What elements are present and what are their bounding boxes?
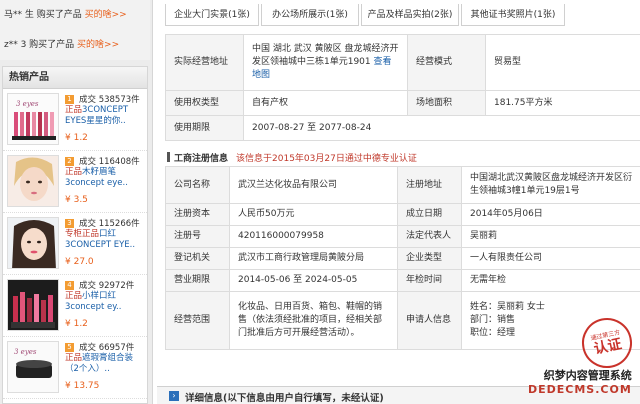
product-title[interactable]: 正品3CONCEPT EYES星星的你.. (65, 105, 145, 127)
product-item[interactable]: 3 eyes 1 成交 538573件 正品3CONCEPT EYES星星的你.… (3, 89, 147, 151)
legal-rep-label: 法定代表人 (397, 225, 462, 248)
registration-heading: 工商注册信息 该信息于2015年03月27日通过中德专业认证 (167, 151, 417, 164)
product-price: ¥ 1.2 (65, 133, 88, 143)
product-tag: 专柜正品 (65, 229, 100, 239)
heading-marker (167, 152, 170, 162)
product-title[interactable]: 正品遮瑕膏组合装（2个入）.. (65, 353, 145, 375)
business-info-table: 实际经营地址 中国 湖北 武汉 黄陂区 盘龙城经济开发区领袖城中三栋1单元190… (165, 34, 640, 141)
sales-count: 成交 115266件 (79, 219, 140, 229)
sales-count: 成交 538573件 (79, 95, 140, 105)
rank-badge: 3 (65, 219, 74, 228)
product-price: ¥ 3.5 (65, 195, 88, 205)
product-price: ¥ 13.75 (65, 381, 100, 391)
what-bought-link[interactable]: 买的啥>> (85, 10, 127, 20)
product-thumbnail[interactable]: 3 eyes (7, 93, 59, 145)
legal-rep-value: 吴丽莉 (461, 225, 640, 248)
product-tag: 正品 (65, 167, 83, 177)
right-type-label: 使用权类型 (165, 90, 244, 116)
watermark-line1: 织梦内容管理系统 (543, 369, 632, 382)
what-bought-link[interactable]: 买的啥>> (77, 40, 119, 50)
tab-product-photo[interactable]: 产品及样品实拍(2张) (361, 4, 459, 26)
product-thumbnail[interactable] (7, 279, 59, 331)
company-name-label: 公司名称 (165, 166, 230, 204)
term-value: 2014-05-06 至 2024-05-05 (229, 269, 398, 292)
reg-address-value: 中国湖北武汉黄陂区盘龙城经济开发区衍生领袖城3幢1单元19层1号 (461, 166, 640, 204)
authority-label: 登记机关 (165, 247, 230, 270)
company-type-label: 企业类型 (397, 247, 462, 270)
company-type-value: 一人有限责任公司 (461, 247, 640, 270)
svg-text:3 eyes: 3 eyes (16, 100, 39, 108)
product-title[interactable]: 专柜正品口红3CONCEPT EYE.. (65, 229, 145, 251)
rank-badge: 5 (65, 343, 74, 352)
purchase-record: 马** 生 购买了产品 买的啥>> (0, 0, 150, 30)
product-price: ¥ 1.2 (65, 319, 88, 329)
tab-office-photo[interactable]: 办公场所展示(1张) (261, 4, 359, 26)
area-value: 181.75平方米 (485, 90, 640, 116)
mode-label: 经营模式 (407, 34, 486, 91)
product-price: ¥ 27.0 (65, 257, 94, 267)
product-thumbnail[interactable]: 3 eyes (7, 341, 59, 393)
product-item[interactable]: 3 eyes 5 成交 66957件 正品遮瑕膏组合装（2个入）.. ¥ 13.… (3, 337, 147, 399)
watermark-line2: DEDECMS.COM (528, 383, 632, 396)
purchase-text: 马** 生 购买了产品 (4, 10, 85, 20)
applicant-name: 姓名：吴丽莉 女士 (470, 302, 545, 312)
applicant-label: 申请人信息 (397, 291, 462, 350)
company-info-panel: 企业大门实景(1张) 办公场所展示(1张) 产品及样品实拍(2张) 其他证书奖照… (152, 0, 640, 404)
product-tag: 正品 (65, 291, 83, 301)
registration-table: 公司名称 武汉兰达化妆品有限公司 注册地址 中国湖北武汉黄陂区盘龙城经济开发区衍… (165, 166, 640, 350)
period-label: 使用期限 (165, 115, 244, 141)
sales-count: 成交 116408件 (79, 157, 140, 167)
sales-count: 成交 66957件 (79, 343, 135, 353)
address-cell: 中国 湖北 武汉 黄陂区 盘龙城经济开发区领袖城中三栋1单元1901 查看地图 (243, 34, 408, 91)
photo-tabs: 企业大门实景(1张) 办公场所展示(1张) 产品及样品实拍(2张) 其他证书奖照… (153, 0, 640, 30)
chevron-right-icon: › (169, 391, 179, 401)
period-value: 2007-08-27 至 2077-08-24 (243, 115, 640, 141)
reg-number-label: 注册号 (165, 225, 230, 248)
reg-address-label: 注册地址 (397, 166, 462, 204)
registration-title: 工商注册信息 (174, 154, 229, 164)
product-item[interactable]: 3 成交 115266件 专柜正品口红3CONCEPT EYE.. ¥ 27.0 (3, 213, 147, 275)
rank-badge: 4 (65, 281, 74, 290)
sales-count: 成交 92972件 (79, 281, 135, 291)
inspection-value: 无需年检 (461, 269, 640, 292)
detail-info-title: 详细信息(以下信息由用户自行填写，未经认证) (185, 393, 384, 404)
authority-value: 武汉市工商行政管理局黄陂分局 (229, 247, 398, 270)
left-column: 马** 生 购买了产品 买的啥>> z** 3 购买了产品 买的啥>> 热销产品… (0, 0, 150, 404)
inspection-label: 年检时间 (397, 269, 462, 292)
rank-badge: 2 (65, 157, 74, 166)
certification-note: 该信息于2015年03月27日通过中德专业认证 (236, 154, 417, 164)
area-label: 场地面积 (407, 90, 486, 116)
hot-products-heading: 热销产品 (3, 67, 147, 89)
product-title[interactable]: 正品小样口红 3concept ey.. (65, 291, 145, 313)
right-type-value: 自有产权 (243, 90, 408, 116)
reg-number-value: 420116000079958 (229, 225, 398, 248)
company-name-value: 武汉兰达化妆品有限公司 (229, 166, 398, 204)
product-thumbnail[interactable] (7, 217, 59, 269)
product-thumbnail[interactable] (7, 155, 59, 207)
svg-text:3 eyes: 3 eyes (14, 348, 37, 356)
product-item[interactable]: 2 成交 116408件 正品木籽眉笔 3concept eye.. ¥ 3.5 (3, 151, 147, 213)
product-title[interactable]: 正品木籽眉笔 3concept eye.. (65, 167, 145, 189)
tab-gate-photo[interactable]: 企业大门实景(1张) (165, 4, 259, 26)
address-label: 实际经营地址 (165, 34, 244, 91)
capital-label: 注册资本 (165, 203, 230, 226)
rank-badge: 1 (65, 95, 74, 104)
capital-value: 人民币50万元 (229, 203, 398, 226)
founded-label: 成立日期 (397, 203, 462, 226)
founded-value: 2014年05月06日 (461, 203, 640, 226)
product-item[interactable]: 4 成交 92972件 正品小样口红 3concept ey.. ¥ 1.2 (3, 275, 147, 337)
product-tag: 正品 (65, 353, 83, 363)
scope-value: 化妆品、日用百货、箱包、鞋帽的销售（依法须经批准的项目，经相关部门批准后方可开展… (229, 291, 398, 350)
purchase-text: z** 3 购买了产品 (4, 40, 78, 50)
site-watermark: 织梦内容管理系统 DEDECMS.COM (528, 367, 632, 396)
product-tag: 正品 (65, 105, 83, 115)
mode-value: 贸易型 (485, 34, 640, 91)
purchase-record: z** 3 购买了产品 买的啥>> (0, 30, 150, 60)
tab-certificate-photo[interactable]: 其他证书奖照片(1张) (461, 4, 565, 26)
hot-products-panel: 热销产品 3 eyes 1 成交 538573件 正品3CONCEPT EYES… (2, 66, 148, 404)
term-label: 营业期限 (165, 269, 230, 292)
scope-label: 经营范围 (165, 291, 230, 350)
